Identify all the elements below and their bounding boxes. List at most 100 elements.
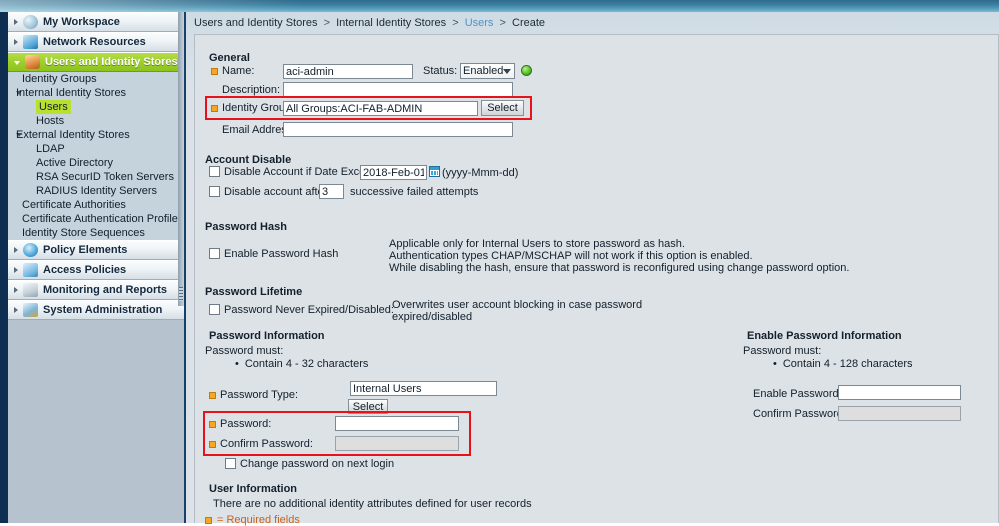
sidebar-item-my-workspace[interactable]: My Workspace	[8, 12, 184, 32]
password-must-label: Password must:	[205, 345, 284, 357]
sidebar-subitem-label: Users	[36, 100, 71, 114]
section-title-user-information: User Information	[209, 483, 298, 495]
sidebar-item-policy-elements[interactable]: Policy Elements	[8, 240, 184, 260]
description-label: Description:	[222, 84, 281, 96]
network-icon	[23, 35, 38, 49]
password-hash-hint-line-2: While disabling the hash, ensure that pa…	[389, 262, 850, 274]
section-title-account-disable: Account Disable	[205, 154, 292, 166]
sidebar-item-access-policies[interactable]: Access Policies	[8, 260, 184, 280]
password-input[interactable]	[335, 416, 459, 431]
sidebar-item-label: Users and Identity Stores	[45, 56, 178, 68]
disable-account-date-input[interactable]	[360, 165, 427, 180]
chevron-right-icon	[14, 287, 18, 293]
sidebar-item-users[interactable]: Users	[8, 100, 184, 114]
status-dropdown[interactable]: Enabled	[460, 63, 515, 79]
identity-group-select-button[interactable]: Select	[481, 100, 524, 116]
required-fields-note: = Required fields	[217, 514, 300, 526]
scrollbar-grip[interactable]	[179, 287, 183, 301]
sidebar-subitem-label: External Identity Stores	[16, 129, 130, 141]
required-marker	[211, 105, 218, 112]
chevron-right-icon	[14, 267, 18, 273]
confirm-password-label: Confirm Password:	[220, 438, 313, 450]
user-information-note: There are no additional identity attribu…	[213, 498, 532, 510]
password-label: Password:	[220, 418, 272, 430]
disable-account-attempts-label-post: successive failed attempts	[350, 186, 479, 198]
enable-password-hash-label: Enable Password Hash	[224, 248, 339, 260]
users-icon	[25, 55, 40, 69]
sidebar-item-identity-store-sequences[interactable]: Identity Store Sequences	[8, 226, 184, 240]
section-title-password-information: Password Information	[209, 330, 325, 342]
sidebar-item-label: Network Resources	[43, 36, 146, 48]
breadcrumb-item-1[interactable]: Internal Identity Stores	[336, 17, 446, 29]
enable-password-input[interactable]	[838, 385, 961, 400]
breadcrumb-item-0[interactable]: Users and Identity Stores	[194, 17, 318, 29]
password-type-label: Password Type:	[220, 389, 299, 401]
name-label: Name:	[222, 65, 255, 77]
password-rule-0: Contain 4 - 32 characters	[235, 358, 369, 370]
breadcrumb-separator: >	[323, 17, 331, 29]
sidebar-item-identity-groups[interactable]: Identity Groups	[8, 72, 184, 86]
create-user-form: General Name: Status: Enabled Descriptio…	[194, 34, 999, 526]
change-password-next-login-checkbox[interactable]	[225, 458, 236, 469]
calendar-icon[interactable]	[429, 166, 440, 177]
sidebar-item-users-and-identity-stores[interactable]: Users and Identity Stores	[8, 52, 184, 72]
main-content: Users and Identity Stores > Internal Ide…	[186, 12, 999, 526]
disable-account-attempts-label-pre: Disable account after	[224, 186, 328, 198]
sidebar-subitem-label: Active Directory	[36, 157, 114, 169]
name-input[interactable]	[283, 64, 413, 79]
email-input[interactable]	[283, 122, 513, 137]
disable-account-attempts-checkbox[interactable]	[209, 186, 220, 197]
sidebar-item-active-directory[interactable]: Active Directory	[8, 156, 184, 170]
enable-password-hash-checkbox[interactable]	[209, 248, 220, 259]
chevron-right-icon	[14, 39, 18, 45]
sidebar-subitem-label: Hosts	[36, 115, 65, 127]
sidebar-item-rsa-securid-token-servers[interactable]: RSA SecurID Token Servers	[8, 170, 184, 184]
enable-password-must-label: Password must:	[743, 345, 822, 357]
sidebar-scrollbar[interactable]	[178, 12, 184, 306]
status-badge-enabled-icon	[521, 65, 532, 76]
description-input[interactable]	[283, 82, 513, 97]
sidebar-item-label: System Administration	[43, 304, 163, 316]
password-type-select-button[interactable]: Select	[348, 399, 388, 414]
required-marker	[209, 421, 216, 428]
required-marker	[211, 68, 218, 75]
sidebar-item-ldap[interactable]: LDAP	[8, 142, 184, 156]
required-marker	[209, 392, 216, 399]
monitor-icon	[23, 283, 38, 297]
chevron-right-icon	[14, 307, 18, 313]
sidebar-subitem-label: Identity Groups	[22, 73, 97, 85]
sidebar-item-monitoring-and-reports[interactable]: Monitoring and Reports	[8, 280, 184, 300]
policy-icon	[23, 243, 38, 257]
identity-group-input[interactable]	[283, 101, 478, 116]
section-title-password-lifetime: Password Lifetime	[205, 286, 303, 298]
sidebar-item-certificate-authentication-profile[interactable]: Certificate Authentication Profile	[8, 212, 184, 226]
chevron-right-icon	[14, 247, 18, 253]
password-type-input[interactable]	[350, 381, 497, 396]
sidebar-item-label: Access Policies	[43, 264, 127, 276]
sidebar-subitem-label: RADIUS Identity Servers	[36, 185, 158, 197]
enable-password-rule-0: Contain 4 - 128 characters	[773, 358, 913, 370]
sidebar-subitem-label: LDAP	[36, 143, 65, 155]
section-title-password-hash: Password Hash	[205, 221, 287, 233]
password-never-expired-checkbox[interactable]	[209, 304, 220, 315]
chevron-down-icon	[503, 68, 512, 74]
failed-attempts-input[interactable]	[319, 184, 344, 199]
sidebar-item-system-administration[interactable]: System Administration	[8, 300, 184, 320]
breadcrumb-item-2[interactable]: Users	[465, 17, 494, 29]
enable-confirm-password-input[interactable]	[838, 406, 961, 421]
sidebar-item-internal-identity-stores[interactable]: Internal Identity Stores	[8, 86, 184, 100]
sidebar-item-external-identity-stores[interactable]: External Identity Stores	[8, 128, 184, 142]
confirm-password-input[interactable]	[335, 436, 459, 451]
sidebar-item-label: Monitoring and Reports	[43, 284, 168, 296]
enable-confirm-password-label: Confirm Password:	[753, 408, 846, 420]
date-format-hint: (yyyy-Mmm-dd)	[442, 167, 519, 179]
sidebar-subtree: Identity Groups Internal Identity Stores…	[8, 72, 184, 240]
breadcrumb-separator: >	[452, 17, 459, 29]
sidebar-item-hosts[interactable]: Hosts	[8, 114, 184, 128]
breadcrumb-separator: >	[499, 17, 506, 29]
sidebar-item-certificate-authorities[interactable]: Certificate Authorities	[8, 198, 184, 212]
sidebar-item-network-resources[interactable]: Network Resources	[8, 32, 184, 52]
disable-account-date-checkbox[interactable]	[209, 166, 220, 177]
sidebar-item-radius-identity-servers[interactable]: RADIUS Identity Servers	[8, 184, 184, 198]
password-lifetime-hint-line-1: expired/disabled	[392, 311, 473, 323]
